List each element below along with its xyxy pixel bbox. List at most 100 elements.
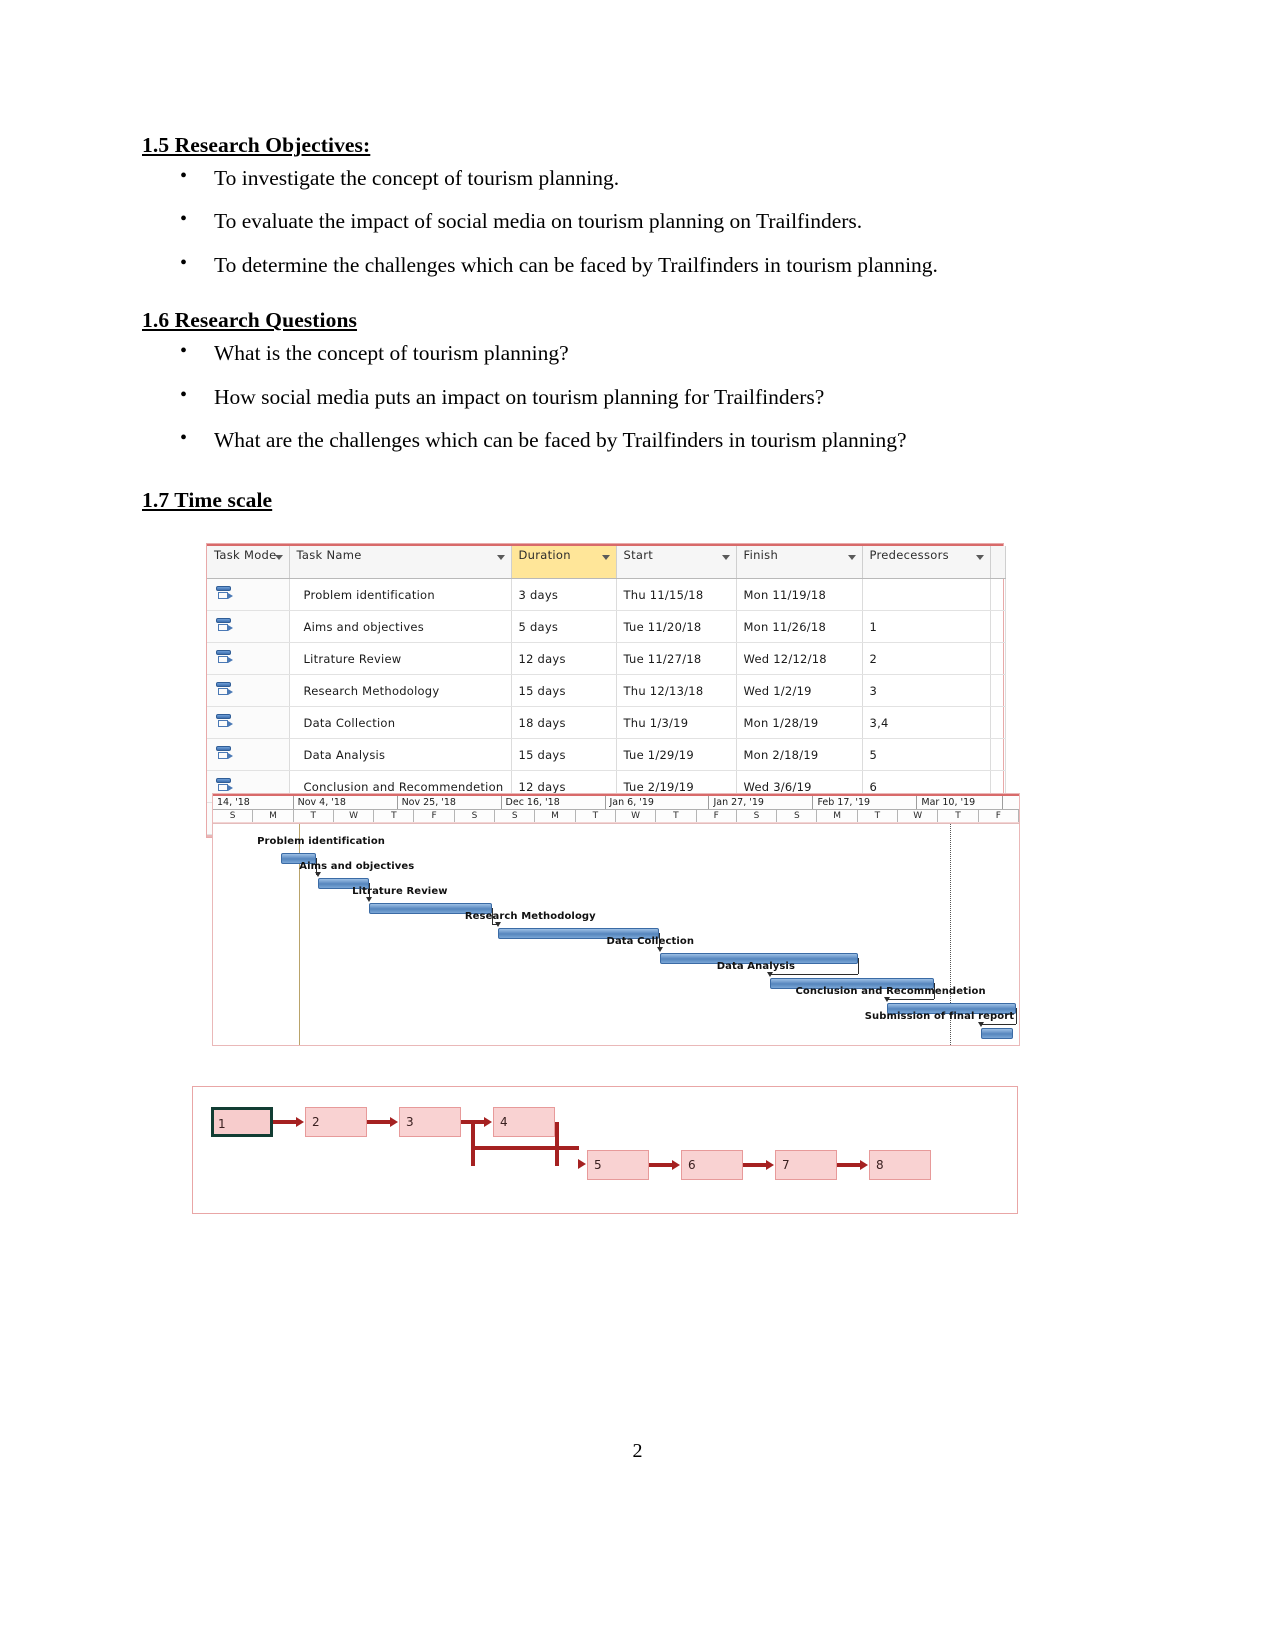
cell-task-name[interactable]: Data Analysis — [289, 738, 512, 771]
gantt-month-label: Jan 6, '19 — [606, 796, 710, 809]
research-questions-list: • What is the concept of tourism plannin… — [142, 340, 1042, 455]
cell-task-mode[interactable] — [207, 578, 290, 611]
table-row[interactable]: Data Analysis 15 days Tue 1/29/19 Mon 2/18/… — [207, 738, 1006, 771]
cell-finish[interactable]: Mon 1/28/19 — [736, 706, 863, 739]
cell-predecessors[interactable] — [862, 578, 991, 611]
cell-start[interactable]: Tue 11/27/18 — [616, 642, 737, 675]
table-row[interactable]: Litrature Review 12 days Tue 11/27/18 Wed 1… — [207, 642, 1006, 675]
chevron-down-icon[interactable] — [975, 555, 984, 560]
gantt-month-label: Feb 17, '19 — [813, 796, 918, 809]
cell-duration[interactable]: 15 days — [511, 674, 617, 707]
cell-task-name-text: Problem identification — [303, 587, 435, 602]
cell-predecessors[interactable]: 5 — [862, 738, 991, 771]
chevron-down-icon[interactable] — [601, 555, 610, 560]
cell-duration[interactable]: 18 days — [511, 706, 617, 739]
cell-predecessors-text: 2 — [869, 651, 878, 666]
column-header-start[interactable]: Start — [616, 546, 737, 579]
gantt-month-label: Mar 10, '19 — [917, 796, 1003, 809]
cell-start[interactable]: Tue 11/20/18 — [616, 610, 737, 643]
gantt-day-label: T — [938, 810, 979, 822]
gantt-day-label: F — [697, 810, 737, 822]
network-node[interactable]: 5 — [587, 1150, 649, 1180]
network-node[interactable]: 8 — [869, 1150, 931, 1180]
cell-finish-text: Mon 11/26/18 — [743, 619, 827, 634]
network-node[interactable]: 4 — [493, 1107, 555, 1137]
cell-task-mode[interactable] — [207, 674, 290, 707]
cell-finish[interactable]: Mon 11/26/18 — [736, 610, 863, 643]
cell-duration[interactable]: 3 days — [511, 578, 617, 611]
cell-task-name[interactable]: Data Collection — [289, 706, 512, 739]
chevron-down-icon[interactable] — [496, 555, 505, 560]
network-arrow-icon — [578, 1159, 586, 1169]
gantt-day-label: W — [334, 810, 375, 822]
cell-task-name[interactable]: Litrature Review — [289, 642, 512, 675]
list-item-text: To evaluate the impact of social media o… — [214, 209, 863, 234]
column-header-finish[interactable]: Finish — [736, 546, 863, 579]
cell-finish[interactable]: Mon 2/18/19 — [736, 738, 863, 771]
cell-duration[interactable]: 15 days — [511, 738, 617, 771]
cell-task-name[interactable]: Problem identification — [289, 578, 512, 611]
cell-start[interactable]: Tue 1/29/19 — [616, 738, 737, 771]
chevron-down-icon[interactable] — [847, 555, 856, 560]
column-header-extra[interactable] — [990, 546, 1006, 579]
table-row[interactable]: Aims and objectives 5 days Tue 11/20/18 Mon… — [207, 610, 1006, 643]
cell-start-text: Thu 11/15/18 — [623, 587, 704, 602]
column-header-task-mode[interactable]: Task Mode — [207, 546, 290, 579]
cell-predecessors[interactable]: 3,4 — [862, 706, 991, 739]
cell-predecessors[interactable]: 1 — [862, 610, 991, 643]
column-header-duration[interactable]: Duration — [511, 546, 617, 579]
table-row[interactable]: Research Methodology 15 days Thu 12/13/18 W… — [207, 674, 1006, 707]
cell-task-name[interactable]: Research Methodology — [289, 674, 512, 707]
cell-duration[interactable]: 5 days — [511, 610, 617, 643]
bullet-icon: • — [180, 383, 188, 406]
table-row[interactable]: Problem identification 3 days Thu 11/15/18… — [207, 578, 1006, 611]
cell-predecessors[interactable]: 3 — [862, 674, 991, 707]
network-node[interactable]: 1 — [211, 1107, 273, 1137]
cell-task-name[interactable]: Aims and objectives — [289, 610, 512, 643]
network-link-line — [649, 1163, 673, 1167]
gantt-bar[interactable] — [981, 1028, 1013, 1039]
cell-start-text: Tue 11/20/18 — [623, 619, 702, 634]
cell-finish[interactable]: Wed 1/2/19 — [736, 674, 863, 707]
network-node[interactable]: 6 — [681, 1150, 743, 1180]
cell-extra — [990, 578, 1006, 611]
cell-start[interactable]: Thu 11/15/18 — [616, 578, 737, 611]
document-body: 1.5 Research Objectives: • To investigat… — [142, 132, 1042, 520]
bullet-icon: • — [180, 208, 188, 231]
table-row[interactable]: Data Collection 18 days Thu 1/3/19 Mon 1/28… — [207, 706, 1006, 739]
network-link-line — [837, 1163, 861, 1167]
gantt-link-line — [770, 974, 859, 975]
cell-task-mode[interactable] — [207, 706, 290, 739]
cell-finish[interactable]: Wed 12/12/18 — [736, 642, 863, 675]
list-item: • What are the challenges which can be f… — [142, 427, 1042, 455]
gantt-day-label: M — [817, 810, 858, 822]
gantt-link-arrow-icon — [366, 897, 373, 902]
cell-task-mode[interactable] — [207, 738, 290, 771]
network-link-line — [273, 1120, 297, 1124]
column-header-task-name[interactable]: Task Name — [289, 546, 512, 579]
network-node[interactable]: 3 — [399, 1107, 461, 1137]
section-heading-time-scale: 1.7 Time scale — [142, 487, 273, 512]
cell-finish[interactable]: Mon 11/19/18 — [736, 578, 863, 611]
chevron-down-icon[interactable] — [721, 555, 730, 560]
cell-task-mode[interactable] — [207, 610, 290, 643]
gantt-link-arrow-icon — [883, 997, 890, 1002]
gantt-canvas: Problem identification Aims and objective… — [213, 823, 1019, 1045]
cell-extra — [990, 706, 1006, 739]
gantt-day-label: W — [616, 810, 657, 822]
auto-schedule-icon — [215, 746, 235, 760]
cell-duration-text: 5 days — [518, 619, 559, 634]
cell-extra — [990, 642, 1006, 675]
network-node[interactable]: 7 — [775, 1150, 837, 1180]
column-header-predecessors[interactable]: Predecessors — [862, 546, 991, 579]
chevron-down-icon[interactable] — [274, 555, 283, 560]
cell-start[interactable]: Thu 1/3/19 — [616, 706, 737, 739]
cell-duration-text: 15 days — [518, 683, 566, 698]
cell-start[interactable]: Thu 12/13/18 — [616, 674, 737, 707]
cell-predecessors[interactable]: 2 — [862, 642, 991, 675]
network-node[interactable]: 2 — [305, 1107, 367, 1137]
cell-task-mode[interactable] — [207, 642, 290, 675]
cell-start-text: Tue 11/27/18 — [623, 651, 702, 666]
cell-duration[interactable]: 12 days — [511, 642, 617, 675]
cell-start-text: Thu 1/3/19 — [623, 715, 689, 730]
